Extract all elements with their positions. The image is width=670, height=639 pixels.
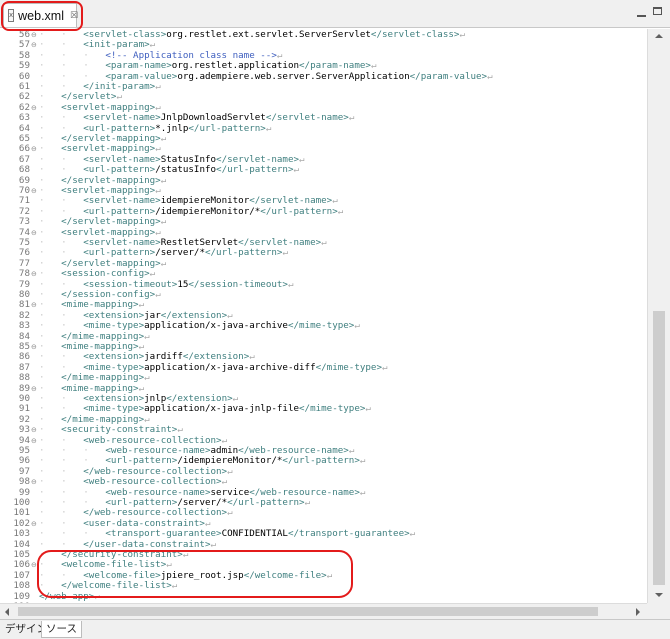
scroll-up-arrow-icon[interactable] <box>655 34 663 38</box>
fold-toggle-icon[interactable]: ⊖ <box>31 477 37 487</box>
fold-toggle-icon[interactable]: ⊖ <box>31 269 37 279</box>
maximize-icon[interactable] <box>652 6 666 18</box>
scroll-right-arrow-icon[interactable] <box>636 608 640 616</box>
fold-toggle-icon[interactable]: ⊖ <box>31 228 37 238</box>
tab-title: web.xml <box>18 8 64 23</box>
fold-toggle-icon[interactable]: ⊖ <box>31 519 37 529</box>
xml-file-icon: x <box>8 9 15 22</box>
source-editor[interactable]: 56 ⊖ · · <servlet-class>org.restlet.ext.se… <box>0 29 646 603</box>
scroll-down-arrow-icon[interactable] <box>655 593 663 597</box>
fold-toggle-icon[interactable]: ⊖ <box>31 342 37 352</box>
fold-toggle-icon[interactable]: ⊖ <box>31 186 37 196</box>
fold-toggle-icon[interactable]: ⊖ <box>31 560 37 570</box>
close-tab-icon[interactable]: ☒ <box>70 11 78 21</box>
fold-toggle-icon[interactable]: ⊖ <box>31 103 37 113</box>
scroll-left-arrow-icon[interactable] <box>5 608 9 616</box>
fold-toggle-icon[interactable]: ⊖ <box>31 425 37 435</box>
vertical-scrollbar[interactable] <box>647 29 670 603</box>
fold-toggle-icon[interactable]: ⊖ <box>31 436 37 446</box>
horizontal-scroll-thumb[interactable] <box>18 607 598 616</box>
editor-mode-tabs: デザイン ソース <box>0 619 670 639</box>
tab-web-xml[interactable]: x web.xml ☒ <box>3 3 78 27</box>
minimize-icon[interactable] <box>635 6 649 18</box>
fold-toggle-icon[interactable]: ⊖ <box>31 300 37 310</box>
fold-toggle-icon[interactable]: ⊖ <box>31 40 37 50</box>
code-line[interactable]: 109 </web-app>↵ <box>0 590 646 602</box>
fold-toggle-icon[interactable]: ⊖ <box>31 384 37 394</box>
fold-toggle-icon[interactable]: ⊖ <box>31 30 37 40</box>
tab-source[interactable]: ソース <box>41 621 82 638</box>
scrollbar-corner <box>647 603 670 619</box>
code-text: </web-app>↵ <box>39 590 100 602</box>
fold-toggle-icon[interactable]: ⊖ <box>31 144 37 154</box>
editor-tab-bar: x web.xml ☒ <box>0 0 670 28</box>
vertical-scroll-thumb[interactable] <box>653 311 665 585</box>
horizontal-scrollbar[interactable] <box>0 603 647 619</box>
